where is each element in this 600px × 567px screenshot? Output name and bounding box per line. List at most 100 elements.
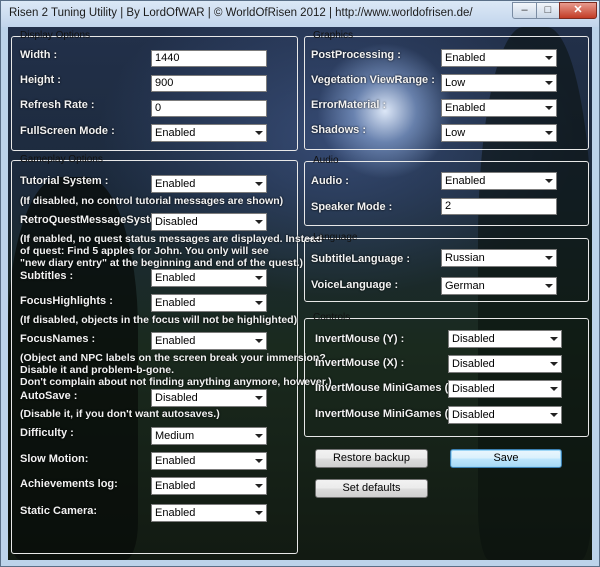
focushighlights-select[interactable]: Enabled [151,294,267,312]
maximize-button[interactable]: □ [536,2,560,19]
vegetation-select[interactable]: Low [441,74,557,92]
chevron-down-icon [255,459,263,463]
fullscreen-select[interactable]: Enabled [151,124,267,142]
invert-y-label: InvertMouse (Y) : [315,333,405,345]
width-input[interactable]: 1440 [151,50,267,67]
chevron-down-icon [545,131,553,135]
height-label: Height : [20,74,61,86]
errormaterial-select[interactable]: Enabled [441,99,557,117]
title-bar[interactable]: Risen 2 Tuning Utility | By LordOfWAR | … [1,1,599,27]
group-title: Audio [313,155,339,166]
invert-minigames-x-label: InvertMouse MiniGames (X) : [315,408,466,420]
achievements-select[interactable]: Enabled [151,477,267,495]
selected-value: Disabled [452,358,495,370]
chevron-down-icon [255,511,263,515]
focushighlights-note: (If disabled, objects in the focus will … [20,314,298,326]
audio-select[interactable]: Enabled [441,172,557,190]
focusnames-note-line: Don't complain about not finding anythin… [20,376,332,388]
autosave-note: (Disable it, if you don't want autosaves… [20,408,220,420]
invert-x-select[interactable]: Disabled [448,355,562,373]
speaker-mode-input[interactable]: 2 [441,198,557,215]
invert-minigames-x-select[interactable]: Disabled [448,406,562,424]
group-title: Graphics [313,30,354,41]
staticcamera-select[interactable]: Enabled [151,504,267,522]
audio-group: Audio [304,155,589,226]
chevron-down-icon [545,81,553,85]
set-defaults-button[interactable]: Set defaults [315,479,428,498]
selected-value: Low [445,127,466,139]
fullscreen-label: FullScreen Mode : [20,125,115,137]
achievements-label: Achievements log: [20,478,118,490]
selected-value: Medium [155,430,195,442]
group-title: Display Options [20,30,91,41]
refresh-rate-input[interactable]: 0 [151,100,267,117]
selected-value: Enabled [155,480,196,492]
selected-value: Enabled [445,102,486,114]
save-button[interactable]: Save [450,449,562,468]
minimize-button[interactable]: – [512,2,537,19]
subtitle-language-select[interactable]: Russian [441,249,557,267]
invert-minigames-y-select[interactable]: Disabled [448,380,562,398]
focushighlights-label: FocusHighlights : [20,295,113,307]
restore-backup-button[interactable]: Restore backup [315,449,428,468]
audio-label: Audio : [311,175,349,187]
close-button[interactable]: ✕ [559,2,597,19]
chevron-down-icon [545,284,553,288]
invert-y-select[interactable]: Disabled [448,330,562,348]
chevron-down-icon [550,362,558,366]
height-input[interactable]: 900 [151,75,267,92]
selected-value: Enabled [155,335,196,347]
postprocessing-select[interactable]: Enabled [441,49,557,67]
selected-value: Enabled [155,272,196,284]
group-title: Gameplay Options [20,154,103,165]
selected-value: Enabled [155,507,196,519]
subtitles-label: Subtitles : [20,270,74,282]
subtitle-language-label: SubtitleLanguage : [311,253,410,265]
focusnames-note-line: Disable it and problem-b-gone. [20,364,175,376]
retroquest-note-line: "new diary entry" at the beginning and e… [20,257,303,269]
selected-value: Enabled [445,175,486,187]
chevron-down-icon [545,179,553,183]
slowmotion-select[interactable]: Enabled [151,452,267,470]
selected-value: Russian [445,252,485,264]
focusnames-label: FocusNames : [20,333,96,345]
errormaterial-label: ErrorMaterial : [311,99,387,111]
selected-value: Enabled [155,455,196,467]
selected-value: Disabled [155,392,198,404]
chevron-down-icon [255,276,263,280]
retroquest-label: RetroQuestMessageSystem : [20,214,173,226]
selected-value: Enabled [445,52,486,64]
window-title: Risen 2 Tuning Utility | By LordOfWAR | … [9,7,473,19]
selected-value: Low [445,77,466,89]
voice-language-label: VoiceLanguage : [311,279,399,291]
tutorial-note: (If disabled, no control tutorial messag… [20,195,284,207]
tutorial-select[interactable]: Enabled [151,175,267,193]
selected-value: Enabled [155,297,196,309]
chevron-down-icon [255,484,263,488]
chevron-down-icon [545,106,553,110]
selected-value: Disabled [452,383,495,395]
difficulty-select[interactable]: Medium [151,427,267,445]
retroquest-select[interactable]: Disabled [151,213,267,231]
difficulty-label: Difficulty : [20,427,74,439]
app-window: Risen 2 Tuning Utility | By LordOfWAR | … [0,0,600,567]
selected-value: Enabled [155,127,196,139]
chevron-down-icon [550,337,558,341]
shadows-select[interactable]: Low [441,124,557,142]
chevron-down-icon [545,56,553,60]
tutorial-label: Tutorial System : [20,175,109,187]
chevron-down-icon [255,301,263,305]
voice-language-select[interactable]: German [441,277,557,295]
chevron-down-icon [545,256,553,260]
chevron-down-icon [255,131,263,135]
slowmotion-label: Slow Motion: [20,453,89,465]
focusnames-select[interactable]: Enabled [151,332,267,350]
invert-x-label: InvertMouse (X) : [315,357,405,369]
selected-value: German [445,280,485,292]
autosave-select[interactable]: Disabled [151,389,267,407]
subtitles-select[interactable]: Enabled [151,269,267,287]
selected-value: Enabled [155,178,196,190]
postprocessing-label: PostProcessing : [311,49,401,61]
chevron-down-icon [255,220,263,224]
retroquest-note-line: of quest: Find 5 apples for John. You on… [20,245,269,257]
